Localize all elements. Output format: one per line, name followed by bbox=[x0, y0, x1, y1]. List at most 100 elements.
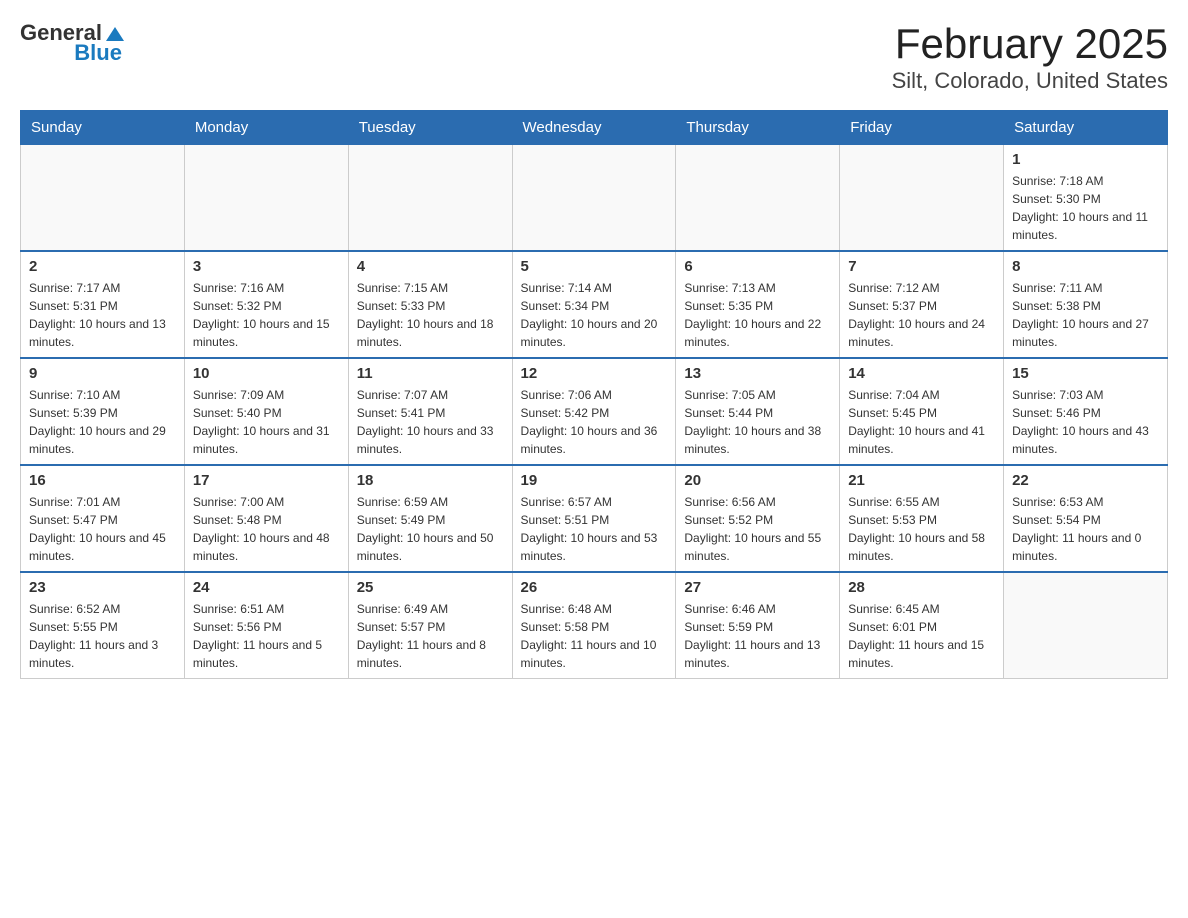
day-info: Sunrise: 7:12 AMSunset: 5:37 PMDaylight:… bbox=[848, 279, 995, 351]
day-number: 6 bbox=[684, 258, 831, 275]
calendar-day-cell: 4 Sunrise: 7:15 AMSunset: 5:33 PMDaylight… bbox=[348, 251, 512, 358]
day-number: 10 bbox=[193, 365, 340, 382]
location-title: Silt, Colorado, United States bbox=[892, 68, 1168, 94]
calendar-day-cell: 8 Sunrise: 7:11 AMSunset: 5:38 PMDaylight… bbox=[1004, 251, 1168, 358]
day-number: 13 bbox=[684, 365, 831, 382]
calendar-day-header: Monday bbox=[184, 111, 348, 145]
calendar-day-cell: 19 Sunrise: 6:57 AMSunset: 5:51 PMDayligh… bbox=[512, 465, 676, 572]
day-number: 18 bbox=[357, 472, 504, 489]
day-info: Sunrise: 7:01 AMSunset: 5:47 PMDaylight:… bbox=[29, 493, 176, 565]
day-number: 2 bbox=[29, 258, 176, 275]
calendar-day-cell: 26Sunrise: 6:48 AMSunset: 5:58 PMDayligh… bbox=[512, 572, 676, 679]
calendar-day-cell: 23 Sunrise: 6:52 AMSunset: 5:55 PMDayligh… bbox=[21, 572, 185, 679]
day-info: Sunrise: 6:45 AMSunset: 6:01 PMDaylight:… bbox=[848, 600, 995, 672]
day-info: Sunrise: 7:11 AMSunset: 5:38 PMDaylight:… bbox=[1012, 279, 1159, 351]
calendar-day-cell: 18 Sunrise: 6:59 AMSunset: 5:49 PMDayligh… bbox=[348, 465, 512, 572]
calendar-day-cell: 2 Sunrise: 7:17 AMSunset: 5:31 PMDaylight… bbox=[21, 251, 185, 358]
day-number: 27 bbox=[684, 579, 831, 596]
calendar-day-cell bbox=[676, 145, 840, 252]
calendar-day-cell: 16 Sunrise: 7:01 AMSunset: 5:47 PMDayligh… bbox=[21, 465, 185, 572]
calendar-day-cell: 13 Sunrise: 7:05 AMSunset: 5:44 PMDayligh… bbox=[676, 358, 840, 465]
day-info: Sunrise: 7:04 AMSunset: 5:45 PMDaylight:… bbox=[848, 386, 995, 458]
day-number: 25 bbox=[357, 579, 504, 596]
calendar-header-row: SundayMondayTuesdayWednesdayThursdayFrid… bbox=[21, 111, 1168, 145]
calendar-day-cell: 1Sunrise: 7:18 AMSunset: 5:30 PMDaylight… bbox=[1004, 145, 1168, 252]
day-number: 28 bbox=[848, 579, 995, 596]
page-header: General Blue February 2025 Silt, Colorad… bbox=[20, 20, 1168, 94]
calendar-table: SundayMondayTuesdayWednesdayThursdayFrid… bbox=[20, 110, 1168, 679]
day-number: 16 bbox=[29, 472, 176, 489]
calendar-day-cell: 10 Sunrise: 7:09 AMSunset: 5:40 PMDayligh… bbox=[184, 358, 348, 465]
calendar-day-cell: 9 Sunrise: 7:10 AMSunset: 5:39 PMDaylight… bbox=[21, 358, 185, 465]
calendar-day-cell: 21Sunrise: 6:55 AMSunset: 5:53 PMDayligh… bbox=[840, 465, 1004, 572]
day-number: 24 bbox=[193, 579, 340, 596]
logo-blue-text: Blue bbox=[74, 40, 122, 66]
calendar-day-header: Tuesday bbox=[348, 111, 512, 145]
calendar-day-cell: 20 Sunrise: 6:56 AMSunset: 5:52 PMDayligh… bbox=[676, 465, 840, 572]
calendar-day-cell: 17Sunrise: 7:00 AMSunset: 5:48 PMDayligh… bbox=[184, 465, 348, 572]
day-info: Sunrise: 7:00 AMSunset: 5:48 PMDaylight:… bbox=[193, 493, 340, 565]
day-info: Sunrise: 7:13 AMSunset: 5:35 PMDaylight:… bbox=[684, 279, 831, 351]
calendar-week-row: 1Sunrise: 7:18 AMSunset: 5:30 PMDaylight… bbox=[21, 145, 1168, 252]
calendar-day-cell bbox=[184, 145, 348, 252]
day-info: Sunrise: 6:55 AMSunset: 5:53 PMDaylight:… bbox=[848, 493, 995, 565]
day-info: Sunrise: 7:15 AMSunset: 5:33 PMDaylight:… bbox=[357, 279, 504, 351]
calendar-day-cell bbox=[21, 145, 185, 252]
day-number: 14 bbox=[848, 365, 995, 382]
day-info: Sunrise: 6:51 AMSunset: 5:56 PMDaylight:… bbox=[193, 600, 340, 672]
calendar-day-cell: 15 Sunrise: 7:03 AMSunset: 5:46 PMDayligh… bbox=[1004, 358, 1168, 465]
logo: General Blue bbox=[20, 20, 126, 66]
calendar-day-cell: 27Sunrise: 6:46 AMSunset: 5:59 PMDayligh… bbox=[676, 572, 840, 679]
day-info: Sunrise: 7:18 AMSunset: 5:30 PMDaylight:… bbox=[1012, 172, 1159, 244]
calendar-day-cell bbox=[512, 145, 676, 252]
calendar-day-cell: 6 Sunrise: 7:13 AMSunset: 5:35 PMDaylight… bbox=[676, 251, 840, 358]
calendar-week-row: 9 Sunrise: 7:10 AMSunset: 5:39 PMDaylight… bbox=[21, 358, 1168, 465]
calendar-day-header: Sunday bbox=[21, 111, 185, 145]
day-number: 22 bbox=[1012, 472, 1159, 489]
day-number: 4 bbox=[357, 258, 504, 275]
calendar-day-cell: 28 Sunrise: 6:45 AMSunset: 6:01 PMDayligh… bbox=[840, 572, 1004, 679]
day-info: Sunrise: 7:03 AMSunset: 5:46 PMDaylight:… bbox=[1012, 386, 1159, 458]
day-number: 5 bbox=[521, 258, 668, 275]
day-number: 7 bbox=[848, 258, 995, 275]
day-number: 12 bbox=[521, 365, 668, 382]
day-info: Sunrise: 7:16 AMSunset: 5:32 PMDaylight:… bbox=[193, 279, 340, 351]
calendar-week-row: 23 Sunrise: 6:52 AMSunset: 5:55 PMDayligh… bbox=[21, 572, 1168, 679]
day-info: Sunrise: 7:10 AMSunset: 5:39 PMDaylight:… bbox=[29, 386, 176, 458]
calendar-day-header: Wednesday bbox=[512, 111, 676, 145]
calendar-day-cell: 3 Sunrise: 7:16 AMSunset: 5:32 PMDaylight… bbox=[184, 251, 348, 358]
day-info: Sunrise: 7:17 AMSunset: 5:31 PMDaylight:… bbox=[29, 279, 176, 351]
day-number: 9 bbox=[29, 365, 176, 382]
day-info: Sunrise: 6:59 AMSunset: 5:49 PMDaylight:… bbox=[357, 493, 504, 565]
calendar-day-header: Saturday bbox=[1004, 111, 1168, 145]
day-number: 11 bbox=[357, 365, 504, 382]
day-number: 8 bbox=[1012, 258, 1159, 275]
day-info: Sunrise: 6:53 AMSunset: 5:54 PMDaylight:… bbox=[1012, 493, 1159, 565]
day-info: Sunrise: 7:06 AMSunset: 5:42 PMDaylight:… bbox=[521, 386, 668, 458]
day-number: 23 bbox=[29, 579, 176, 596]
calendar-day-header: Friday bbox=[840, 111, 1004, 145]
day-number: 26 bbox=[521, 579, 668, 596]
calendar-day-cell: 12 Sunrise: 7:06 AMSunset: 5:42 PMDayligh… bbox=[512, 358, 676, 465]
day-number: 3 bbox=[193, 258, 340, 275]
day-info: Sunrise: 6:49 AMSunset: 5:57 PMDaylight:… bbox=[357, 600, 504, 672]
calendar-day-cell: 5Sunrise: 7:14 AMSunset: 5:34 PMDaylight… bbox=[512, 251, 676, 358]
calendar-day-cell bbox=[1004, 572, 1168, 679]
day-number: 20 bbox=[684, 472, 831, 489]
calendar-week-row: 16 Sunrise: 7:01 AMSunset: 5:47 PMDayligh… bbox=[21, 465, 1168, 572]
day-info: Sunrise: 7:05 AMSunset: 5:44 PMDaylight:… bbox=[684, 386, 831, 458]
calendar-day-cell: 7 Sunrise: 7:12 AMSunset: 5:37 PMDaylight… bbox=[840, 251, 1004, 358]
calendar-day-cell: 22 Sunrise: 6:53 AMSunset: 5:54 PMDayligh… bbox=[1004, 465, 1168, 572]
calendar-day-cell: 14 Sunrise: 7:04 AMSunset: 5:45 PMDayligh… bbox=[840, 358, 1004, 465]
day-number: 19 bbox=[521, 472, 668, 489]
day-number: 15 bbox=[1012, 365, 1159, 382]
day-info: Sunrise: 6:56 AMSunset: 5:52 PMDaylight:… bbox=[684, 493, 831, 565]
calendar-day-cell bbox=[348, 145, 512, 252]
day-info: Sunrise: 6:52 AMSunset: 5:55 PMDaylight:… bbox=[29, 600, 176, 672]
day-info: Sunrise: 7:09 AMSunset: 5:40 PMDaylight:… bbox=[193, 386, 340, 458]
day-info: Sunrise: 6:57 AMSunset: 5:51 PMDaylight:… bbox=[521, 493, 668, 565]
calendar-day-cell: 25 Sunrise: 6:49 AMSunset: 5:57 PMDayligh… bbox=[348, 572, 512, 679]
month-title: February 2025 bbox=[892, 20, 1168, 68]
calendar-day-cell: 24 Sunrise: 6:51 AMSunset: 5:56 PMDayligh… bbox=[184, 572, 348, 679]
title-block: February 2025 Silt, Colorado, United Sta… bbox=[892, 20, 1168, 94]
